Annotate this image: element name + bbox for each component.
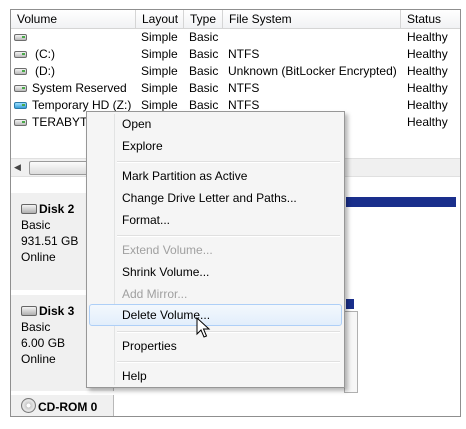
disk-name: Disk 2 [39, 202, 75, 216]
table-row[interactable]: System Reserved Simple Basic NTFS Health… [11, 80, 460, 97]
volume-layout: Simple [141, 81, 178, 95]
disk-name: CD-ROM 0 [38, 400, 98, 414]
drive-icon [14, 119, 27, 126]
menu-item-explore[interactable]: Explore [89, 135, 342, 157]
volume-status: Healthy [407, 115, 448, 129]
volume-name: System Reserved [32, 81, 127, 95]
partition-block[interactable] [344, 311, 358, 393]
volume-type: Basic [189, 81, 219, 95]
volume-type: Basic [189, 47, 219, 61]
drive-icon [14, 34, 27, 41]
menu-separator [117, 235, 340, 237]
volume-fs: NTFS [228, 47, 260, 61]
volume-status: Healthy [407, 81, 448, 95]
menu-item-extend-volume: Extend Volume... [122, 243, 213, 257]
menu-item-help[interactable]: Help [89, 365, 342, 387]
menu-separator [117, 331, 340, 333]
vhd-drive-icon [14, 102, 27, 109]
volume-status: Healthy [407, 30, 448, 44]
menu-item-change-letter[interactable]: Change Drive Letter and Paths... [89, 187, 342, 209]
disk-icon [21, 204, 37, 214]
disk-name: Disk 3 [39, 304, 75, 318]
volume-fs: Unknown (BitLocker Encrypted) [228, 64, 397, 78]
menu-item-shrink-volume[interactable]: Shrink Volume... [89, 261, 342, 283]
volume-layout: Simple [141, 30, 178, 44]
partition-bar[interactable] [346, 299, 354, 309]
menu-item-add-mirror: Add Mirror... [122, 287, 188, 301]
drive-icon [14, 68, 27, 75]
volume-name: (C:) [35, 47, 55, 61]
column-file-system[interactable]: File System [223, 10, 401, 28]
context-menu: Open Explore Mark Partition as Active Ch… [86, 111, 345, 388]
list-header: Volume Layout Type File System Status [11, 10, 460, 29]
menu-item-open[interactable]: Open [89, 113, 342, 135]
volume-fs: NTFS [228, 81, 260, 95]
menu-separator [117, 161, 340, 163]
disk-icon [21, 306, 37, 316]
drive-icon [14, 51, 27, 58]
cdrom-icon [21, 398, 36, 413]
menu-separator [117, 361, 340, 363]
volume-name: (D:) [35, 64, 55, 78]
mouse-cursor-icon [196, 317, 211, 338]
menu-item-delete-volume[interactable]: Delete Volume... [89, 304, 342, 326]
volume-status: Healthy [407, 64, 448, 78]
menu-item-properties[interactable]: Properties [89, 335, 342, 357]
column-type[interactable]: Type [184, 10, 223, 28]
cdrom-label[interactable]: CD-ROM 0 [11, 395, 114, 416]
menu-item-format[interactable]: Format... [89, 209, 342, 231]
column-volume[interactable]: Volume [11, 10, 136, 28]
partition-bar[interactable] [346, 197, 456, 207]
volume-layout: Simple [141, 47, 178, 61]
drive-icon [14, 85, 27, 92]
menu-item-mark-active[interactable]: Mark Partition as Active [89, 165, 342, 187]
volume-type: Basic [189, 64, 219, 78]
table-row[interactable]: (C:) Simple Basic NTFS Healthy [11, 46, 460, 63]
volume-status: Healthy [407, 98, 448, 112]
table-row[interactable]: (D:) Simple Basic Unknown (BitLocker Enc… [11, 63, 460, 80]
volume-type: Basic [189, 30, 219, 44]
volume-layout: Simple [141, 64, 178, 78]
column-status[interactable]: Status [401, 10, 460, 28]
column-layout[interactable]: Layout [136, 10, 184, 28]
table-row[interactable]: Simple Basic Healthy [11, 29, 460, 46]
arrow-left-icon[interactable]: ◀ [14, 162, 21, 173]
volume-status: Healthy [407, 47, 448, 61]
